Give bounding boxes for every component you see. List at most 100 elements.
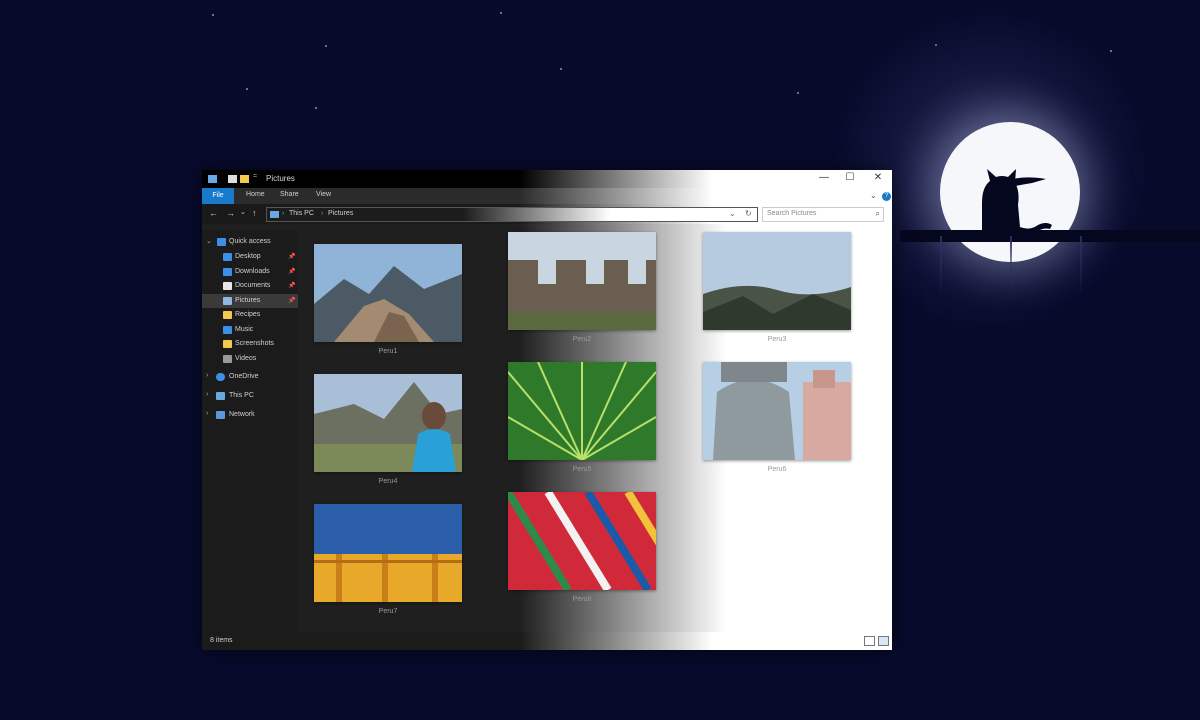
wall-post [1010, 236, 1012, 296]
help-icon[interactable]: ? [882, 192, 891, 201]
nav-item-screenshots[interactable]: Screenshots [202, 337, 298, 351]
nav-item-videos[interactable]: Videos [202, 352, 298, 366]
item-count: 8 items [210, 637, 233, 644]
new-folder-icon[interactable] [240, 175, 249, 183]
file-explorer-window: = Pictures — ☐ ✕ File Home Share View ⌄ … [202, 170, 892, 650]
nav-label: Downloads [235, 267, 270, 275]
nav-item-recipes[interactable]: Recipes [202, 308, 298, 322]
tab-file[interactable]: File [202, 188, 234, 204]
nav-quick-access[interactable]: ⌄ Quick access [202, 235, 298, 249]
nav-label: Screenshots [235, 340, 274, 347]
thumbnail-palm-leaf[interactable] [508, 362, 656, 460]
title-bar: = Pictures — ☐ ✕ [202, 170, 892, 188]
refresh-icon[interactable]: ↻ [745, 209, 752, 218]
file-tile[interactable]: Peru6 [703, 362, 851, 473]
file-tile[interactable]: Peru5 [508, 362, 656, 473]
nav-item-pictures[interactable]: Pictures 📌 [202, 293, 298, 308]
nav-item-music[interactable]: Music [202, 323, 298, 337]
computer-icon [216, 392, 225, 400]
forward-button[interactable]: → [226, 208, 235, 218]
file-name[interactable]: Peru3 [703, 336, 851, 343]
expand-ribbon-icon[interactable]: ⌄ [870, 191, 877, 200]
search-placeholder[interactable]: Search Pictures [767, 210, 816, 217]
file-tile[interactable]: Peru3 [703, 232, 851, 343]
chevron-right-icon[interactable]: › [206, 410, 208, 417]
star [500, 12, 502, 14]
file-tile[interactable]: Peru1 [314, 244, 462, 355]
moonlit-wall [900, 230, 1200, 242]
large-icons-view-icon[interactable] [878, 636, 889, 646]
status-bar: 8 items [202, 632, 892, 650]
file-name[interactable]: Peru6 [703, 466, 851, 473]
network-icon [216, 411, 225, 419]
file-name[interactable]: Peru4 [314, 478, 462, 485]
star [797, 92, 799, 94]
search-box[interactable]: Search Pictures ⌕ [762, 207, 884, 222]
folder-icon [223, 311, 232, 319]
chevron-right-icon[interactable]: › [206, 372, 208, 379]
tab-share[interactable]: Share [280, 191, 299, 198]
star [315, 107, 317, 109]
file-name[interactable]: Peru8 [508, 596, 656, 603]
star-icon [217, 238, 226, 246]
file-list: Peru1 Peru2 Peru3 Peru4 Peru5 Peru6 Peru7 Peru8 [298, 224, 892, 632]
pin-icon: 📌 [288, 268, 296, 275]
file-name[interactable]: Peru5 [508, 466, 656, 473]
nav-network[interactable]: › Network [202, 408, 298, 422]
file-name[interactable]: Peru7 [314, 608, 462, 615]
minimize-button[interactable]: — [814, 172, 834, 183]
nav-this-pc[interactable]: › This PC [202, 389, 298, 403]
up-button[interactable]: ↑ [252, 208, 257, 218]
file-tile[interactable]: Peru4 [314, 374, 462, 485]
thumbnail-textile[interactable] [508, 492, 656, 590]
nav-item-documents[interactable]: Documents 📌 [202, 279, 298, 293]
nav-onedrive[interactable]: › OneDrive [202, 370, 298, 384]
nav-label: Quick access [229, 238, 271, 245]
chevron-down-icon[interactable]: ⌄ [206, 237, 212, 245]
breadcrumb-pictures[interactable]: Pictures [328, 210, 353, 217]
file-tile[interactable]: Peru8 [508, 492, 656, 603]
breadcrumb-separator: › [282, 210, 285, 217]
desktop-icon [223, 253, 232, 261]
onedrive-icon [216, 373, 225, 381]
navigation-pane: ⌄ Quick access Desktop 📌 Downloads 📌 Documen… [202, 230, 298, 632]
downloads-icon [223, 267, 232, 276]
file-name[interactable]: Peru2 [508, 336, 656, 343]
nav-label: OneDrive [229, 373, 259, 380]
file-tile[interactable]: Peru7 [314, 504, 462, 615]
recent-locations-icon[interactable]: ⌄ [240, 208, 246, 216]
thumbnail-yellow-wall[interactable] [314, 504, 462, 602]
nav-item-desktop[interactable]: Desktop 📌 [202, 250, 298, 264]
file-tile[interactable]: Peru2 [508, 232, 656, 343]
tab-home[interactable]: Home [246, 191, 265, 198]
thumbnail-machu-picchu[interactable] [314, 374, 462, 472]
tab-view[interactable]: View [316, 191, 331, 198]
address-row: ← → ⌄ ↑ › This PC › Pictures ⌄ ↻ Search … [202, 204, 892, 224]
quick-access-toolbar-dropdown-icon[interactable]: = [253, 173, 259, 181]
star [246, 88, 248, 90]
maximize-button[interactable]: ☐ [840, 172, 860, 183]
pin-icon: 📌 [288, 283, 296, 289]
this-pc-icon [270, 211, 279, 218]
documents-icon [223, 282, 232, 290]
nav-label: Music [235, 325, 254, 333]
nav-label: Desktop [235, 253, 261, 260]
thumbnail-lion-statue[interactable] [703, 362, 851, 460]
details-view-icon[interactable] [864, 636, 875, 646]
breadcrumb-this-pc[interactable]: This PC [289, 210, 314, 217]
close-button[interactable]: ✕ [868, 172, 888, 183]
nav-label: Network [229, 411, 255, 418]
chevron-right-icon[interactable]: › [206, 391, 208, 398]
file-name[interactable]: Peru1 [314, 348, 462, 355]
nav-item-downloads[interactable]: Downloads 📌 [202, 265, 298, 279]
window-title: Pictures [266, 174, 295, 183]
nav-label: Documents [235, 282, 271, 289]
address-dropdown-icon[interactable]: ⌄ [729, 209, 736, 218]
thumbnail-valley[interactable] [703, 232, 851, 330]
thumbnail-stone-wall[interactable] [508, 232, 656, 330]
address-bar[interactable]: › This PC › Pictures ⌄ ↻ [266, 207, 758, 222]
properties-icon[interactable] [228, 175, 237, 183]
search-icon[interactable]: ⌕ [876, 209, 880, 219]
thumbnail-mountains[interactable] [314, 244, 462, 342]
back-button[interactable]: ← [209, 208, 218, 218]
